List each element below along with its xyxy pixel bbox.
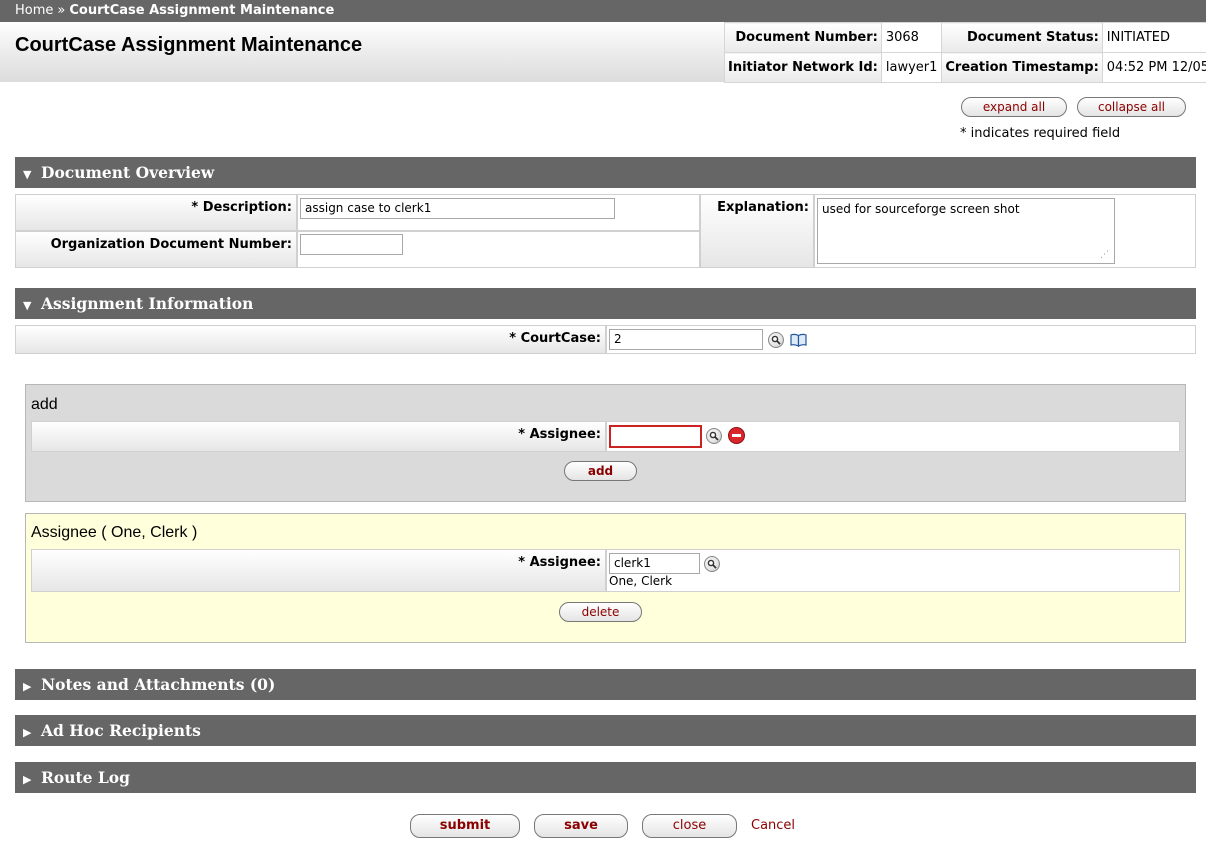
breadcrumb-separator: » [57, 3, 66, 18]
triangle-right-icon: ▶ [23, 773, 32, 786]
expand-all-button[interactable]: expand all [961, 97, 1067, 117]
save-button[interactable]: save [534, 814, 628, 838]
section-title: Assignment Information [41, 294, 254, 313]
section-header-route-log[interactable]: ▶ Route Log [15, 762, 1196, 793]
section-title: Route Log [41, 768, 130, 787]
close-button[interactable]: close [642, 814, 737, 838]
breadcrumb-current: CourtCase Assignment Maintenance [69, 3, 335, 18]
add-assignee-input[interactable] [609, 425, 702, 448]
resize-grip-icon[interactable]: ⋰ [1100, 250, 1109, 260]
section-header-assignment-information[interactable]: ▼ Assignment Information [15, 288, 1196, 319]
book-icon[interactable] [790, 333, 807, 347]
initiator-value: lawyer1 [880, 52, 943, 83]
page-title: CourtCase Assignment Maintenance [15, 34, 363, 56]
description-label: * Description: [15, 194, 297, 231]
submit-button[interactable]: submit [410, 814, 520, 838]
existing-assignee-label: * Assignee: [31, 549, 606, 592]
courtcase-input[interactable]: 2 [609, 329, 763, 350]
document-status-value: INITIATED [1101, 22, 1206, 53]
cancel-link[interactable]: Cancel [751, 818, 795, 833]
initiator-label: Initiator Network Id: [724, 52, 882, 83]
section-header-ad-hoc-recipients[interactable]: ▶ Ad Hoc Recipients [15, 715, 1196, 746]
document-number-label: Document Number: [724, 22, 882, 53]
document-number-value: 3068 [880, 22, 943, 53]
required-field-note: * indicates required field [960, 126, 1121, 141]
magnifier-icon[interactable] [706, 428, 722, 444]
error-delete-icon [728, 427, 745, 444]
courtcase-label: * CourtCase: [15, 325, 606, 354]
creation-timestamp-value: 04:52 PM 12/05/2012 [1101, 52, 1206, 83]
creation-timestamp-label: Creation Timestamp: [941, 52, 1103, 83]
delete-button[interactable]: delete [559, 602, 642, 622]
magnifier-icon[interactable] [768, 332, 784, 348]
magnifier-icon[interactable] [704, 556, 720, 572]
triangle-right-icon: ▶ [23, 680, 32, 693]
add-assignee-label: * Assignee: [31, 421, 606, 452]
existing-assignee-input[interactable]: clerk1 [609, 553, 700, 574]
document-header-info: Document Number: 3068 Document Status: I… [724, 22, 1206, 83]
existing-assignee-name: One, Clerk [609, 574, 673, 588]
add-button[interactable]: add [564, 461, 637, 481]
collapse-all-button[interactable]: collapse all [1077, 97, 1186, 117]
explanation-label: Explanation: [700, 194, 814, 268]
document-status-label: Document Status: [941, 22, 1103, 53]
breadcrumb-home-link[interactable]: Home [15, 3, 53, 18]
breadcrumb: Home » CourtCase Assignment Maintenance [0, 0, 1206, 22]
section-title: Document Overview [41, 163, 215, 182]
section-title: Notes and Attachments (0) [41, 675, 276, 694]
existing-assignee-title: Assignee ( One, Clerk ) [31, 524, 198, 541]
triangle-down-icon: ▼ [23, 299, 32, 312]
section-header-document-overview[interactable]: ▼ Document Overview [15, 157, 1196, 188]
triangle-down-icon: ▼ [23, 168, 32, 181]
org-doc-number-label: Organization Document Number: [15, 231, 297, 268]
explanation-textarea[interactable]: used for sourceforge screen shot [817, 198, 1115, 264]
section-header-notes-attachments[interactable]: ▶ Notes and Attachments (0) [15, 669, 1196, 700]
section-title: Ad Hoc Recipients [41, 721, 201, 740]
org-doc-number-input[interactable] [300, 234, 403, 255]
add-box-title: add [31, 396, 58, 413]
triangle-right-icon: ▶ [23, 726, 32, 739]
description-input[interactable]: assign case to clerk1 [300, 198, 615, 219]
